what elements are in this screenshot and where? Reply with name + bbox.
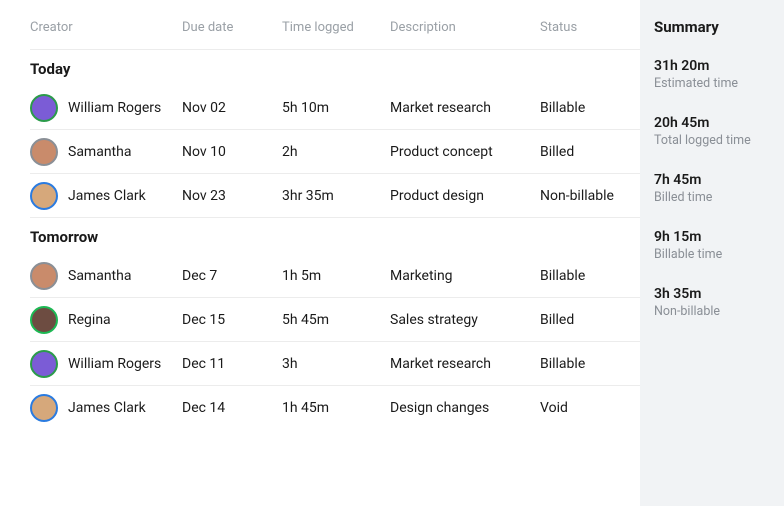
- creator-name: Samantha: [68, 268, 131, 284]
- summary-non-billable: 3h 35m Non-billable: [654, 286, 770, 319]
- time-logged: 1h 45m: [282, 400, 390, 416]
- creator-name: James Clark: [68, 188, 146, 204]
- col-creator: Creator: [30, 20, 182, 35]
- description: Sales strategy: [390, 312, 540, 328]
- avatar: [30, 262, 58, 290]
- status: Void: [540, 400, 640, 416]
- creator-name: James Clark: [68, 400, 146, 416]
- due-date: Nov 23: [182, 188, 282, 204]
- summary-value: 31h 20m: [654, 58, 770, 74]
- summary-label: Billable time: [654, 247, 770, 262]
- summary-billed: 7h 45m Billed time: [654, 172, 770, 205]
- due-date: Nov 10: [182, 144, 282, 160]
- description: Market research: [390, 356, 540, 372]
- avatar: [30, 138, 58, 166]
- table-row[interactable]: William Rogers Nov 02 5h 10m Market rese…: [30, 86, 640, 130]
- table-row[interactable]: William Rogers Dec 11 3h Market research…: [30, 342, 640, 386]
- group-tomorrow: Tomorrow: [30, 218, 640, 254]
- description: Market research: [390, 100, 540, 116]
- table-row[interactable]: James Clark Nov 23 3hr 35m Product desig…: [30, 174, 640, 218]
- avatar: [30, 182, 58, 210]
- time-logged: 5h 45m: [282, 312, 390, 328]
- description: Marketing: [390, 268, 540, 284]
- status: Non-billable: [540, 188, 640, 204]
- summary-label: Estimated time: [654, 76, 770, 91]
- summary-value: 20h 45m: [654, 115, 770, 131]
- table-row[interactable]: Samantha Dec 7 1h 5m Marketing Billable: [30, 254, 640, 298]
- table-header: Creator Due date Time logged Description…: [30, 20, 640, 49]
- summary-label: Non-billable: [654, 304, 770, 319]
- status: Billed: [540, 312, 640, 328]
- summary-label: Billed time: [654, 190, 770, 205]
- col-desc: Description: [390, 20, 540, 35]
- table-row[interactable]: Regina Dec 15 5h 45m Sales strategy Bill…: [30, 298, 640, 342]
- avatar: [30, 350, 58, 378]
- summary-panel: Summary 31h 20m Estimated time 20h 45m T…: [640, 0, 784, 506]
- avatar: [30, 94, 58, 122]
- creator-name: William Rogers: [68, 356, 161, 372]
- summary-label: Total logged time: [654, 133, 770, 148]
- description: Product design: [390, 188, 540, 204]
- col-time: Time logged: [282, 20, 390, 35]
- col-due: Due date: [182, 20, 282, 35]
- time-logged: 3h: [282, 356, 390, 372]
- due-date: Nov 02: [182, 100, 282, 116]
- summary-value: 9h 15m: [654, 229, 770, 245]
- description: Design changes: [390, 400, 540, 416]
- summary-estimated: 31h 20m Estimated time: [654, 58, 770, 91]
- summary-value: 7h 45m: [654, 172, 770, 188]
- status: Billable: [540, 100, 640, 116]
- avatar: [30, 306, 58, 334]
- status: Billable: [540, 356, 640, 372]
- summary-value: 3h 35m: [654, 286, 770, 302]
- table-row[interactable]: James Clark Dec 14 1h 45m Design changes…: [30, 386, 640, 430]
- creator-name: Regina: [68, 312, 111, 328]
- time-logged: 5h 10m: [282, 100, 390, 116]
- time-logged: 2h: [282, 144, 390, 160]
- table-row[interactable]: Samantha Nov 10 2h Product concept Bille…: [30, 130, 640, 174]
- avatar: [30, 394, 58, 422]
- status: Billable: [540, 268, 640, 284]
- time-logged: 3hr 35m: [282, 188, 390, 204]
- summary-title: Summary: [654, 18, 770, 36]
- due-date: Dec 7: [182, 268, 282, 284]
- creator-name: Samantha: [68, 144, 131, 160]
- summary-total-logged: 20h 45m Total logged time: [654, 115, 770, 148]
- time-logged: 1h 5m: [282, 268, 390, 284]
- description: Product concept: [390, 144, 540, 160]
- due-date: Dec 15: [182, 312, 282, 328]
- creator-name: William Rogers: [68, 100, 161, 116]
- due-date: Dec 14: [182, 400, 282, 416]
- group-today: Today: [30, 50, 640, 86]
- due-date: Dec 11: [182, 356, 282, 372]
- status: Billed: [540, 144, 640, 160]
- time-log-table: Creator Due date Time logged Description…: [0, 0, 640, 506]
- col-status: Status: [540, 20, 640, 35]
- summary-billable: 9h 15m Billable time: [654, 229, 770, 262]
